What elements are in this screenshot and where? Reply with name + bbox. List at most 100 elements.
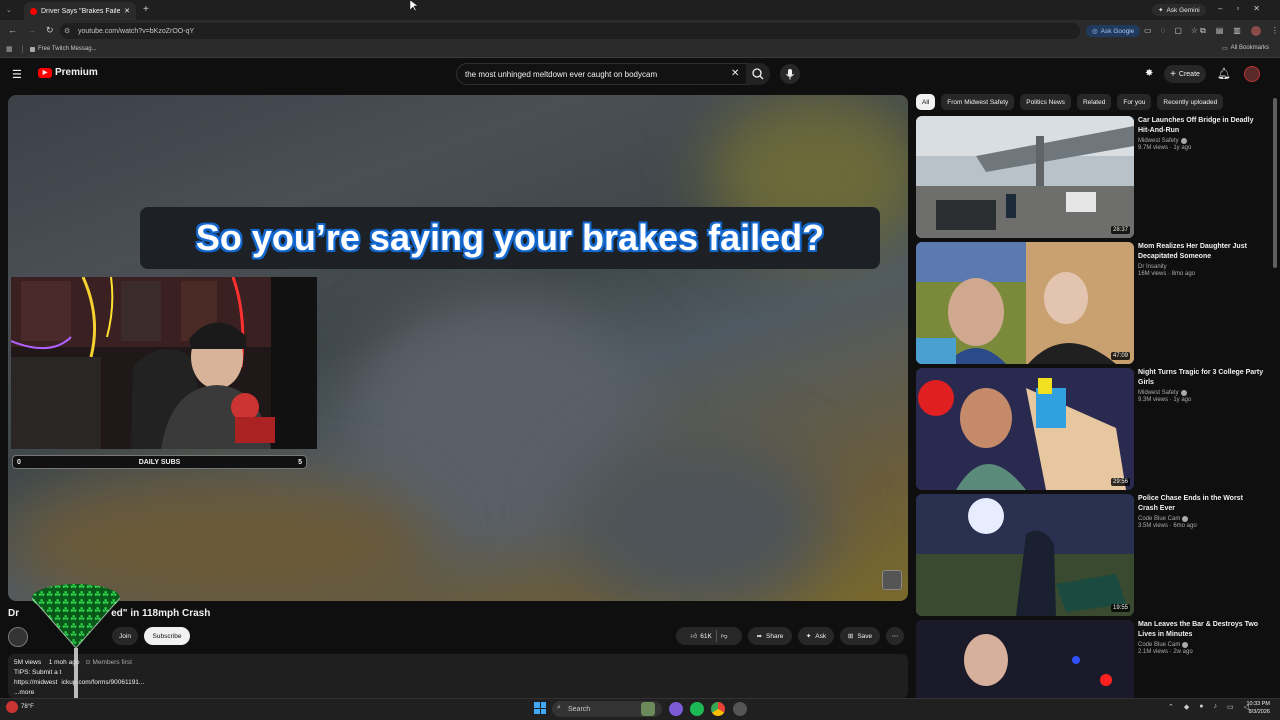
cast-stream-icon[interactable]: ✸ — [1145, 68, 1153, 79]
tray-app-icon[interactable]: ◆ — [1184, 703, 1189, 711]
install-icon[interactable]: ▭ — [1144, 26, 1152, 35]
tray-overflow-icon[interactable]: ⌃ — [1168, 703, 1174, 711]
chip-related[interactable]: Related — [1076, 94, 1112, 110]
video-thumbnail: 19:55 — [916, 494, 1134, 616]
weather-temp: 78°F — [21, 704, 34, 710]
chip-from-channel[interactable]: From Midwest Safety — [941, 94, 1015, 110]
logo-label: Premium — [55, 67, 98, 78]
sparkle-icon: ✦ — [805, 633, 812, 640]
tracking-icon[interactable]: ◌ — [1161, 26, 1166, 35]
youtube-premium-logo[interactable]: ▶ Premium — [38, 67, 98, 78]
extensions-icon[interactable]: ⧉ — [1200, 26, 1206, 36]
thumbnail-image — [916, 368, 1134, 490]
save-icon: ⊞ — [847, 633, 854, 640]
search-button[interactable] — [746, 63, 770, 85]
chip-recently-uploaded[interactable]: Recently uploaded — [1157, 94, 1224, 110]
bookmark-item[interactable]: Free Twitch Messag... — [22, 45, 97, 53]
sidebar-icon[interactable]: ▥ — [1233, 26, 1241, 36]
channel-line: Midwest Safety — [1138, 390, 1264, 396]
clock[interactable]: 10:33 PM 8/3/2026 — [1240, 700, 1270, 716]
hamburger-menu-icon[interactable]: ☰ — [12, 68, 22, 81]
dislike-button[interactable]: 👎︎ — [721, 632, 728, 640]
recommendation-title: Mom Realizes Her Daughter Just Decapitat… — [1138, 243, 1247, 260]
recommendation-card[interactable]: 29:56 Night Turns Tragic for 3 College P… — [916, 368, 1266, 492]
tips-link[interactable]: https://midwest ickup.com/forms/90061191.… — [14, 678, 902, 688]
clear-search-icon[interactable]: ✕ — [731, 68, 739, 79]
chip-politics-news[interactable]: Politics News — [1020, 94, 1071, 110]
subscribe-button[interactable]: Subscribe — [144, 627, 190, 645]
profile-avatar[interactable] — [1250, 26, 1261, 36]
video-thumbnail: 47:09 — [916, 242, 1134, 364]
bookmark-star-icon[interactable]: ☆ — [1191, 26, 1198, 35]
app-icon[interactable] — [733, 702, 747, 716]
search-text: the most unhinged meltdown ever caught o… — [465, 69, 658, 79]
mic-tray-icon[interactable]: ♪ — [1214, 703, 1218, 711]
page-scrollbar[interactable] — [1272, 58, 1278, 698]
browser-tab[interactable]: Driver Says "Brakes Failed" in 1 ✕ — [24, 2, 136, 20]
channel-avatar[interactable] — [8, 627, 28, 647]
minimize-icon[interactable]: – — [1218, 4, 1222, 13]
new-tab-button[interactable]: + — [143, 4, 149, 15]
ask-button[interactable]: ✦ Ask — [798, 627, 834, 645]
channel-watermark-icon[interactable] — [882, 570, 902, 590]
create-button[interactable]: + Create — [1164, 65, 1206, 83]
spotify-icon[interactable] — [690, 702, 704, 716]
back-icon[interactable]: ← — [8, 25, 17, 36]
tab-title: Driver Says "Brakes Failed" in 1 — [41, 7, 121, 15]
ask-google-button[interactable]: ◎ Ask Google — [1086, 25, 1141, 37]
close-window-icon[interactable]: ✕ — [1253, 4, 1260, 13]
youtube-play-icon: ▶ — [38, 67, 52, 78]
apps-icon[interactable]: ▦ — [6, 45, 13, 53]
account-avatar[interactable] — [1244, 66, 1260, 82]
recommendation-card[interactable]: 28:37 Car Launches Off Bridge in Deadly … — [916, 116, 1266, 240]
url-field[interactable]: youtube.com/watch?v=bKzoZrOO-qY — [60, 23, 1080, 39]
thumbnail-image — [916, 494, 1134, 616]
toolbar-icons: ⧉ ▤ ▥ ⋮ — [1200, 26, 1279, 36]
recommendation-title: Car Launches Off Bridge in Deadly Hit-An… — [1138, 117, 1254, 134]
recommendation-card[interactable]: 19:55 Police Chase Ends in the Worst Cra… — [916, 494, 1266, 618]
chrome-icon[interactable] — [711, 702, 725, 716]
forward-icon[interactable]: → — [27, 25, 36, 36]
chrome-menu-icon[interactable]: ⋮ — [1271, 26, 1279, 36]
channel-line: Code Blue Cam — [1138, 516, 1264, 522]
site-info-icon[interactable]: ⚙ — [64, 27, 70, 35]
weather-widget[interactable]: 78°F — [6, 701, 34, 713]
ask-label: Ask — [815, 632, 827, 640]
video-thumbnail — [916, 620, 1134, 698]
thumbnail-image — [916, 620, 1134, 698]
video-meta: 16M views · 8mo ago — [1138, 271, 1196, 277]
divider — [22, 45, 23, 53]
cast-icon[interactable]: ▢ — [1174, 26, 1182, 35]
tab-list-icon[interactable]: ⌄ — [6, 6, 12, 14]
video-duration: 28:37 — [1110, 226, 1130, 234]
close-tab-icon[interactable]: ✕ — [124, 7, 130, 15]
media-icon[interactable]: ▤ — [1216, 26, 1224, 36]
video-meta: 2.1M views · 2w ago — [1138, 649, 1193, 655]
recommendation-card[interactable]: 47:09 Mom Realizes Her Daughter Just Dec… — [916, 242, 1266, 366]
voice-search-button[interactable] — [780, 64, 800, 84]
daily-subs-bar: 0 DAILY SUBS 5 — [12, 455, 307, 469]
search-input[interactable]: the most unhinged meltdown ever caught o… — [456, 63, 770, 85]
tray-app-icon[interactable]: ● — [1199, 703, 1203, 711]
mic-icon — [786, 69, 794, 80]
notifications-bell-icon[interactable]: 🔔︎ — [1217, 67, 1231, 80]
recommendation-card[interactable]: Man Leaves the Bar & Destroys Two Lives … — [916, 620, 1266, 698]
chip-for-you[interactable]: For you — [1117, 94, 1152, 110]
reload-icon[interactable]: ↻ — [46, 25, 54, 36]
all-bookmarks-button[interactable]: ▭ All Bookmarks — [1222, 45, 1269, 52]
video-description-box[interactable]: 5M views 1 moh ago ⊙ Members first TIPS:… — [8, 654, 908, 698]
maximize-icon[interactable]: ▫ — [1236, 4, 1239, 13]
ask-gemini-button[interactable]: ✦ Ask Gemini — [1152, 4, 1206, 16]
share-button[interactable]: ➦ Share — [748, 627, 792, 645]
show-more-link[interactable]: ...more — [14, 688, 902, 698]
display-icon[interactable]: ▭ — [1227, 703, 1234, 711]
video-meta: 3.5M views · 6mo ago — [1138, 523, 1197, 529]
more-actions-button[interactable]: ⋯ — [886, 627, 904, 645]
windows-start-icon[interactable] — [534, 702, 546, 714]
chip-all[interactable]: All — [916, 94, 936, 110]
like-button[interactable]: 👍︎ 61K — [691, 632, 712, 641]
save-button[interactable]: ⊞ Save — [840, 627, 880, 645]
video-info: Police Chase Ends in the Worst Crash Eve… — [1138, 494, 1264, 529]
scrollbar-thumb[interactable] — [1273, 98, 1277, 268]
discord-icon[interactable] — [669, 702, 683, 716]
